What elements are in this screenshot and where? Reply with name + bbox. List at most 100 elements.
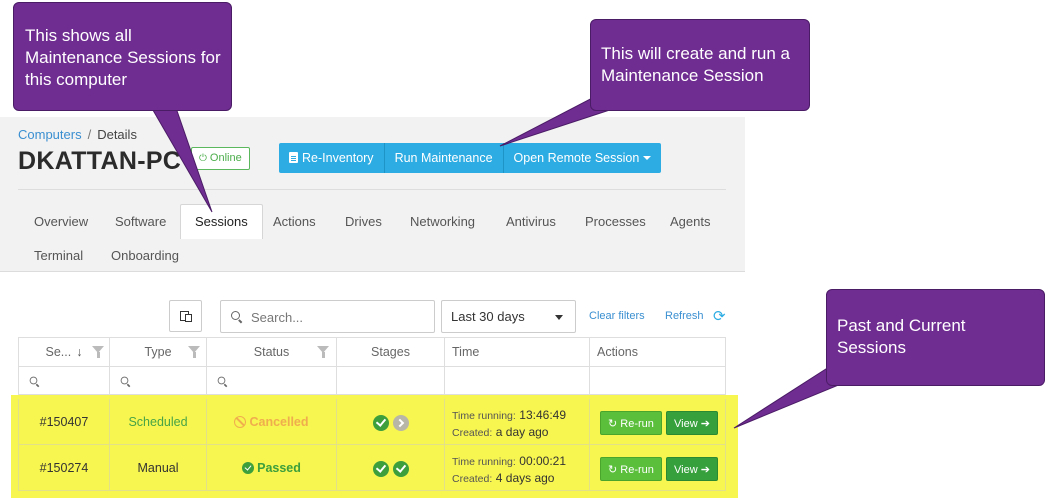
- ban-icon: [234, 416, 247, 428]
- session-type: Scheduled: [110, 399, 207, 445]
- tab-software[interactable]: Software: [101, 205, 180, 238]
- view-button[interactable]: View ➔: [666, 457, 718, 481]
- clear-filters-link[interactable]: Clear filters: [589, 310, 645, 322]
- re-inventory-label: Re-Inventory: [302, 151, 374, 165]
- tab-processes[interactable]: Processes: [571, 205, 660, 238]
- session-status: Passed: [207, 445, 337, 491]
- dropdown-caret-icon: [555, 315, 563, 320]
- search-icon: [29, 376, 38, 385]
- header-divider: [18, 189, 726, 190]
- view-button[interactable]: View ➔: [666, 411, 718, 435]
- tab-sessions[interactable]: Sessions: [180, 204, 263, 239]
- tab-terminal[interactable]: Terminal: [20, 239, 97, 272]
- caret-down-icon: [643, 156, 652, 160]
- breadcrumb: Computers / Details: [18, 127, 137, 142]
- search-icon: [120, 376, 129, 385]
- search-input[interactable]: [251, 307, 426, 327]
- search-icon: [217, 376, 226, 385]
- session-stages: [337, 445, 445, 491]
- rerun-label: Re-run: [620, 418, 654, 430]
- column-header-status[interactable]: Status: [207, 338, 337, 366]
- created-value: a day ago: [495, 425, 549, 439]
- table-header-row: Se... ↓ Type Status Stages Time Actions: [18, 337, 726, 367]
- column-header-status-label: Status: [253, 345, 290, 359]
- date-range-select[interactable]: Last 30 days: [441, 300, 576, 333]
- tab-antivirus[interactable]: Antivirus: [492, 205, 570, 238]
- arrow-right-icon: ➔: [700, 464, 710, 476]
- table-row: #150407 Scheduled Cancelled Time running…: [18, 399, 726, 445]
- breadcrumb-current: Details: [97, 127, 137, 142]
- open-remote-session-button[interactable]: Open Remote Session: [503, 143, 662, 173]
- computer-action-bar: Re-Inventory Run Maintenance Open Remote…: [279, 143, 662, 173]
- time-running-label: Time running:: [452, 410, 516, 422]
- open-remote-session-label: Open Remote Session: [513, 151, 640, 165]
- status-text: Online: [209, 152, 242, 164]
- search-box: [220, 300, 435, 333]
- time-running-label: Time running:: [452, 456, 516, 468]
- callout-run-maintenance: This will create and run a Maintenance S…: [590, 19, 810, 111]
- table-row: #150274 Manual Passed Time running: 00:0…: [18, 445, 726, 491]
- page-title: DKATTAN-PC: [18, 147, 182, 175]
- rerun-icon: ↻: [608, 418, 618, 430]
- filter-icon[interactable]: [317, 346, 329, 358]
- column-header-session[interactable]: Se... ↓: [18, 338, 110, 366]
- filter-icon[interactable]: [188, 346, 200, 358]
- sort-arrow-icon: ↓: [76, 345, 83, 359]
- re-inventory-button[interactable]: Re-Inventory: [279, 143, 385, 173]
- tab-actions[interactable]: Actions: [259, 205, 330, 238]
- stage-complete-icon: [372, 414, 389, 431]
- session-stages: [337, 399, 445, 445]
- breadcrumb-separator: /: [87, 127, 92, 142]
- column-header-stages: Stages: [337, 338, 445, 366]
- column-toggle-button[interactable]: [169, 300, 202, 332]
- filter-status[interactable]: [207, 367, 337, 394]
- stage-pending-icon: [392, 414, 409, 431]
- columns-icon-overlay: [185, 314, 192, 322]
- search-icon: [231, 311, 240, 320]
- session-id: #150274: [18, 445, 110, 491]
- tab-drives[interactable]: Drives: [331, 205, 396, 238]
- session-id: #150407: [18, 399, 110, 445]
- column-header-session-label: Se...: [45, 345, 72, 359]
- filter-session[interactable]: [18, 367, 110, 394]
- stage-complete-icon: [372, 460, 389, 477]
- refresh-link[interactable]: Refresh: [665, 310, 704, 322]
- online-status-badge: ⏻ Online: [191, 147, 250, 170]
- power-icon: ⏻: [199, 153, 207, 164]
- view-label: View: [674, 418, 698, 430]
- date-range-value: Last 30 days: [451, 309, 525, 324]
- session-status-label: Cancelled: [249, 415, 309, 429]
- rerun-label: Re-run: [620, 464, 654, 476]
- session-actions: ↻ Re-run View ➔: [590, 399, 726, 445]
- filter-stages: [337, 367, 445, 394]
- time-running-value: 00:00:21: [519, 454, 567, 468]
- rerun-button[interactable]: ↻ Re-run: [600, 457, 662, 481]
- filter-time: [445, 367, 590, 394]
- created-label: Created:: [452, 427, 493, 439]
- stage-complete-icon: [392, 460, 409, 477]
- session-type: Manual: [110, 445, 207, 491]
- filter-icon[interactable]: [92, 346, 104, 358]
- check-circle-icon: [242, 462, 255, 474]
- rerun-button[interactable]: ↻ Re-run: [600, 411, 662, 435]
- refresh-icon[interactable]: ⟳: [713, 309, 726, 324]
- tab-overview[interactable]: Overview: [20, 205, 102, 238]
- session-status: Cancelled: [207, 399, 337, 445]
- tab-agents[interactable]: Agents: [656, 205, 724, 238]
- column-header-actions: Actions: [590, 338, 726, 366]
- filter-actions: [590, 367, 726, 394]
- tab-networking[interactable]: Networking: [396, 205, 489, 238]
- session-time: Time running: 00:00:21 Created: 4 days a…: [445, 445, 590, 491]
- breadcrumb-computers-link[interactable]: Computers: [18, 127, 82, 142]
- filter-type[interactable]: [110, 367, 207, 394]
- session-actions: ↻ Re-run View ➔: [590, 445, 726, 491]
- tab-onboarding[interactable]: Onboarding: [97, 239, 193, 272]
- time-running-value: 13:46:49: [519, 408, 567, 422]
- arrow-right-icon: ➔: [700, 418, 710, 430]
- column-header-type-label: Type: [144, 345, 172, 359]
- view-label: View: [674, 464, 698, 476]
- run-maintenance-button[interactable]: Run Maintenance: [384, 143, 504, 173]
- column-header-type[interactable]: Type: [110, 338, 207, 366]
- clipboard-icon: [289, 152, 298, 163]
- callout-sessions: This shows all Maintenance Sessions for …: [13, 2, 232, 111]
